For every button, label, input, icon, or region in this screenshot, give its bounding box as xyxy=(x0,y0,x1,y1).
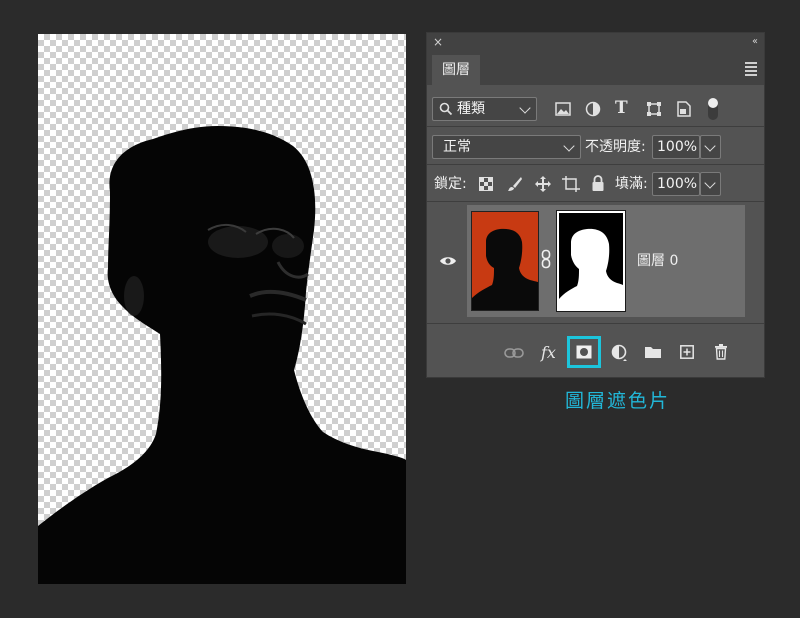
fill-dropdown[interactable] xyxy=(700,172,721,196)
eye-icon[interactable] xyxy=(439,255,457,267)
lock-artboard-icon[interactable] xyxy=(562,176,580,192)
layer-thumbnail[interactable] xyxy=(471,211,539,311)
adjustment-layer-icon[interactable] xyxy=(611,344,629,362)
blend-row: 正常 不透明度: 100% xyxy=(427,135,764,161)
add-mask-icon xyxy=(576,345,592,359)
tab-layers[interactable]: 圖層 xyxy=(432,55,480,85)
lock-image-pixels-icon[interactable] xyxy=(507,176,523,192)
fill-label: 填滿: xyxy=(615,176,648,192)
chevron-down-icon xyxy=(563,140,575,152)
lock-row: 鎖定: 填滿: 100% xyxy=(427,172,764,198)
shape-filter-icon[interactable] xyxy=(646,101,662,117)
fx-icon[interactable]: fx xyxy=(541,343,556,362)
layer-name[interactable]: 圖層 0 xyxy=(637,251,678,271)
smart-object-filter-icon[interactable] xyxy=(677,101,691,117)
chevron-down-icon xyxy=(519,102,531,114)
search-icon xyxy=(439,102,453,116)
mask-silhouette xyxy=(559,228,623,309)
chevron-down-icon xyxy=(704,140,716,152)
lock-label: 鎖定: xyxy=(434,176,467,192)
blend-mode-value: 正常 xyxy=(443,139,471,155)
layers-panel: × ‹‹ 圖層 種類 T 正常 不透明度: 100% 鎖定: 填滿: 100% … xyxy=(426,32,765,378)
divider xyxy=(427,164,764,165)
document-canvas[interactable] xyxy=(38,34,406,584)
filter-kind-select[interactable]: 種類 xyxy=(432,97,537,121)
chevron-down-icon xyxy=(704,177,716,189)
thumbnail-silhouette xyxy=(472,228,538,310)
folder-icon[interactable] xyxy=(644,345,662,359)
opacity-input[interactable]: 100% xyxy=(652,135,700,159)
new-layer-icon[interactable] xyxy=(680,345,694,359)
annotation-label: 圖層遮色片 xyxy=(565,390,671,412)
type-filter-icon[interactable]: T xyxy=(615,98,628,118)
divider xyxy=(427,201,764,202)
opacity-label: 不透明度: xyxy=(585,139,646,155)
panel-tabbar: 圖層 xyxy=(427,51,764,85)
divider xyxy=(427,126,764,127)
collapse-icon[interactable]: ‹‹ xyxy=(752,34,758,50)
divider xyxy=(427,323,764,324)
add-mask-button[interactable] xyxy=(567,336,601,368)
close-icon[interactable]: × xyxy=(433,34,443,50)
opacity-dropdown[interactable] xyxy=(700,135,721,159)
blend-mode-select[interactable]: 正常 xyxy=(432,135,581,159)
layer-mask-thumbnail[interactable] xyxy=(556,210,626,312)
layers-bottom-toolbar: fx xyxy=(427,335,764,379)
link-layers-icon[interactable] xyxy=(504,347,524,359)
filter-row: 種類 T xyxy=(427,97,764,123)
mask-link-icon[interactable] xyxy=(541,249,551,269)
panel-titlebar: × ‹‹ xyxy=(427,33,764,51)
portrait-silhouette xyxy=(38,126,406,584)
filter-toggle-icon[interactable] xyxy=(707,97,719,121)
lock-position-icon[interactable] xyxy=(534,175,552,193)
lock-all-icon[interactable] xyxy=(591,175,605,192)
filter-kind-label: 種類 xyxy=(457,101,485,117)
fill-input[interactable]: 100% xyxy=(652,172,700,196)
pixel-filter-icon[interactable] xyxy=(555,102,571,116)
panel-menu-icon[interactable] xyxy=(745,62,757,78)
trash-icon[interactable] xyxy=(714,344,728,360)
adjustment-filter-icon[interactable] xyxy=(585,101,601,117)
lock-transparent-pixels-icon[interactable] xyxy=(479,177,493,191)
